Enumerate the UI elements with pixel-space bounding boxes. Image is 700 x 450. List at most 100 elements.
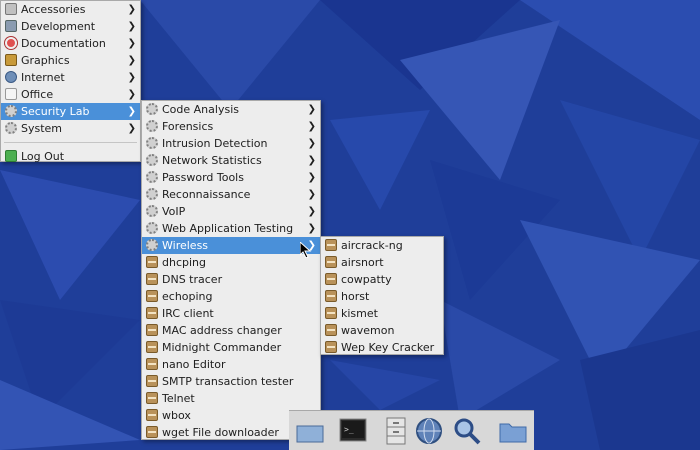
menu-item-web-application-testing[interactable]: Web Application Testing ❯	[142, 220, 320, 237]
chevron-right-icon: ❯	[127, 106, 136, 117]
menu-item-security-lab[interactable]: Security Lab ❯	[1, 103, 140, 120]
gear-icon	[146, 205, 158, 217]
menu-item-aircrack-ng[interactable]: aircrack-ng	[321, 237, 443, 254]
chevron-right-icon: ❯	[127, 123, 136, 134]
package-icon	[325, 290, 337, 302]
menu-item-wep-key-cracker[interactable]: Wep Key Cracker	[321, 339, 443, 356]
terminal-launcher[interactable]: >_	[338, 416, 368, 446]
web-browser-launcher[interactable]	[414, 416, 444, 446]
menu-item-airsnort[interactable]: airsnort	[321, 254, 443, 271]
menu-item-label: Accessories	[21, 3, 86, 16]
menu-item-wavemon[interactable]: wavemon	[321, 322, 443, 339]
menu-item-dns-tracer[interactable]: DNS tracer	[142, 271, 320, 288]
menu-item-irc-client[interactable]: IRC client	[142, 305, 320, 322]
menu-item-label: wget File downloader	[162, 426, 279, 439]
menu-item-reconnaissance[interactable]: Reconnaissance ❯	[142, 186, 320, 203]
menu-item-label: Log Out	[21, 150, 65, 163]
package-icon	[325, 324, 337, 336]
menu-item-label: Intrusion Detection	[162, 137, 268, 150]
package-icon	[325, 307, 337, 319]
menu-item-voip[interactable]: VoIP ❯	[142, 203, 320, 220]
web-browser-icon	[416, 418, 442, 444]
gear-icon	[146, 103, 158, 115]
chevron-right-icon: ❯	[307, 172, 316, 183]
menu-item-kismet[interactable]: kismet	[321, 305, 443, 322]
desktop-icon	[296, 425, 324, 443]
documentation-icon	[5, 37, 17, 49]
menu-item-label: nano Editor	[162, 358, 226, 371]
gear-icon	[146, 239, 158, 251]
menu-item-office[interactable]: Office ❯	[1, 86, 140, 103]
menu-item-cowpatty[interactable]: cowpatty	[321, 271, 443, 288]
package-icon	[146, 256, 158, 268]
desktop-launcher[interactable]	[295, 416, 325, 446]
menu-item-label: Midnight Commander	[162, 341, 282, 354]
menu-item-label: Forensics	[162, 120, 214, 133]
file-cabinet-launcher[interactable]	[381, 416, 411, 446]
gear-icon	[146, 188, 158, 200]
menu-item-password-tools[interactable]: Password Tools ❯	[142, 169, 320, 186]
chevron-right-icon: ❯	[127, 55, 136, 66]
terminal-icon: >_	[339, 418, 367, 442]
chevron-right-icon: ❯	[307, 189, 316, 200]
menu-item-log-out[interactable]: Log Out	[1, 148, 140, 165]
menu-item-label: cowpatty	[341, 273, 392, 286]
chevron-right-icon: ❯	[307, 121, 316, 132]
menu-item-code-analysis[interactable]: Code Analysis ❯	[142, 101, 320, 118]
menu-item-graphics[interactable]: Graphics ❯	[1, 52, 140, 69]
log-out-icon	[5, 150, 17, 162]
menu-item-telnet[interactable]: Telnet	[142, 390, 320, 407]
folder-launcher[interactable]	[498, 416, 528, 446]
search-launcher[interactable]	[452, 416, 482, 446]
menu-item-label: Reconnaissance	[162, 188, 251, 201]
chevron-right-icon: ❯	[307, 206, 316, 217]
menu-item-horst[interactable]: horst	[321, 288, 443, 305]
menu-item-label: DNS tracer	[162, 273, 223, 286]
menu-item-internet[interactable]: Internet ❯	[1, 69, 140, 86]
main-menu: Accessories ❯ Development ❯ Documentatio…	[0, 0, 141, 165]
package-icon	[146, 290, 158, 302]
menu-item-intrusion-detection[interactable]: Intrusion Detection ❯	[142, 135, 320, 152]
package-icon	[146, 392, 158, 404]
menu-item-label: Documentation	[21, 37, 106, 50]
accessories-icon	[5, 3, 17, 15]
menu-item-label: Internet	[21, 71, 65, 84]
menu-item-documentation[interactable]: Documentation ❯	[1, 35, 140, 52]
menu-item-label: dhcping	[162, 256, 206, 269]
package-icon	[146, 324, 158, 336]
menu-item-wireless[interactable]: Wireless ❯	[142, 237, 320, 254]
gear-icon	[5, 105, 17, 117]
package-icon	[146, 358, 158, 370]
menu-item-label: IRC client	[162, 307, 214, 320]
menu-item-label: SMTP transaction tester	[162, 375, 294, 388]
menu-item-echoping[interactable]: echoping	[142, 288, 320, 305]
chevron-right-icon: ❯	[307, 138, 316, 149]
menu-item-accessories[interactable]: Accessories ❯	[1, 1, 140, 18]
gear-icon	[146, 120, 158, 132]
menu-item-label: Office	[21, 88, 54, 101]
menu-item-label: Password Tools	[162, 171, 244, 184]
menu-item-label: aircrack-ng	[341, 239, 403, 252]
menu-item-development[interactable]: Development ❯	[1, 18, 140, 35]
menu-item-label: VoIP	[162, 205, 186, 218]
menu-item-label: airsnort	[341, 256, 384, 269]
menu-item-nano-editor[interactable]: nano Editor	[142, 356, 320, 373]
package-icon	[325, 341, 337, 353]
office-icon	[5, 88, 17, 100]
menu-item-dhcping[interactable]: dhcping	[142, 254, 320, 271]
package-icon	[146, 307, 158, 319]
menu-item-label: Security Lab	[21, 105, 90, 118]
menu-item-label: Web Application Testing	[162, 222, 294, 235]
menu-item-system[interactable]: System ❯	[1, 120, 140, 137]
menu-item-label: kismet	[341, 307, 378, 320]
menu-item-mac-address-changer[interactable]: MAC address changer	[142, 322, 320, 339]
graphics-icon	[5, 54, 17, 66]
menu-item-network-statistics[interactable]: Network Statistics ❯	[142, 152, 320, 169]
menu-item-smtp-transaction-tester[interactable]: SMTP transaction tester	[142, 373, 320, 390]
package-icon	[325, 239, 337, 251]
search-icon	[454, 418, 481, 445]
menu-item-forensics[interactable]: Forensics ❯	[142, 118, 320, 135]
package-icon	[146, 409, 158, 421]
menu-item-midnight-commander[interactable]: Midnight Commander	[142, 339, 320, 356]
menu-item-label: Telnet	[162, 392, 195, 405]
